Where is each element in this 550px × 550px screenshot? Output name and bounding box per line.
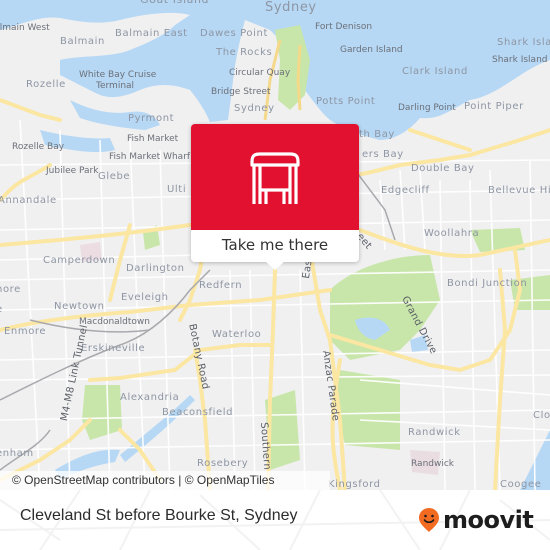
label-e-partial: e (0, 305, 3, 315)
label-camperdown: Camperdown (43, 255, 116, 266)
footer-bar: Cleveland St before Bourke St, Sydney mo… (0, 490, 550, 550)
canal-water (120, 395, 195, 462)
label-jubilee-park: Jubilee Park (46, 166, 99, 176)
moovit-pin-icon (419, 508, 439, 532)
label-erskineville: Erskineville (81, 343, 146, 354)
label-goat-island: Goat Island (140, 0, 209, 5)
label-coogee: Coogee (500, 479, 542, 490)
label-dawes-point: Dawes Point (200, 28, 268, 39)
popup-pointer (265, 261, 285, 270)
label-rozelle-bay: Rozelle Bay (12, 142, 65, 152)
label-shark-island-wharf: Shark Island W (492, 55, 550, 65)
label-bondi-junction: Bondi Junction (447, 278, 528, 289)
take-me-there-button[interactable]: Take me there (191, 230, 359, 262)
label-alexandria: Alexandria (120, 392, 180, 403)
label-bridge-street: Bridge Street (211, 87, 271, 97)
label-the-rocks: The Rocks (216, 47, 273, 58)
map-attribution[interactable]: © OpenStreetMap contributors | © OpenMap… (0, 471, 330, 490)
label-darling-point: Darling Point (398, 103, 456, 113)
label-point-piper: Point Piper (464, 101, 524, 112)
label-fort-denison: Fort Denison (315, 22, 373, 32)
stop-popup[interactable]: Take me there (191, 124, 359, 270)
label-eveleigh: Eveleigh (121, 292, 169, 303)
popup-header (191, 124, 359, 230)
label-bellevue-hill: Bellevue Hi (488, 185, 550, 196)
label-ultimo: Ulti (167, 184, 187, 195)
label-rosebery: Rosebery (197, 458, 249, 469)
moovit-wordmark: moovit (443, 506, 534, 534)
label-balmain: Balmain (60, 36, 105, 47)
label-pyrmont: Pyrmont (128, 113, 175, 124)
label-clovelly-partial: Clo (533, 410, 550, 421)
label-darlington: Darlington (126, 263, 185, 274)
bus-stop-shelter-icon (250, 152, 300, 204)
label-tempe-partial: enham (0, 448, 34, 459)
label-randwick: Randwick (408, 427, 461, 438)
label-sydney-city: Sydney (265, 0, 317, 15)
label-terminal: Terminal (96, 81, 135, 91)
label-kingsford: Kingsford (328, 479, 381, 490)
label-glebe: Glebe (98, 171, 131, 182)
label-edgecliff: Edgecliff (381, 185, 430, 196)
stop-name: Cleveland St before Bourke St, Sydney (20, 507, 298, 524)
moovit-logo[interactable]: moovit (418, 506, 534, 534)
label-annandale: Annandale (0, 195, 57, 206)
label-balmain-west: Balmain West (0, 23, 50, 33)
label-sydney: Sydney (234, 103, 275, 114)
label-clark-island: Clark Island (402, 66, 468, 77)
map-view[interactable]: Goat Island Sydney Balmain West Balmain … (0, 0, 550, 490)
label-shark-island: Shark Island (497, 37, 550, 48)
label-white-bay-cruise: White Bay Cruise (79, 70, 157, 80)
label-fish-market: Fish Market (127, 134, 179, 144)
label-waterloo: Waterloo (212, 329, 262, 340)
label-woollahra: Woollahra (424, 228, 480, 239)
sydney-park (82, 385, 122, 440)
label-double-bay: Double Bay (411, 163, 475, 174)
label-enmore: Enmore (4, 326, 47, 337)
label-rozelle: Rozelle (26, 79, 66, 90)
label-beaconsfield: Beaconsfield (162, 407, 234, 418)
label-garden-island: Garden Island (340, 45, 403, 55)
label-randwick-poi: Randwick (411, 459, 455, 469)
label-balmain-east: Balmain East (115, 28, 188, 39)
label-circular-quay: Circular Quay (229, 68, 291, 78)
label-southern: Southern (258, 421, 273, 471)
label-redfern: Redfern (199, 280, 243, 291)
label-fish-market-wharf: Fish Market Wharf (109, 152, 191, 162)
label-rushcutters-bay: ers Bay (362, 149, 404, 160)
label-newtown: Newtown (54, 301, 105, 312)
label-enmore-partial: nore (0, 284, 21, 295)
label-elizabeth-bay: th Bay (359, 129, 395, 140)
label-potts-point: Potts Point (316, 96, 376, 107)
